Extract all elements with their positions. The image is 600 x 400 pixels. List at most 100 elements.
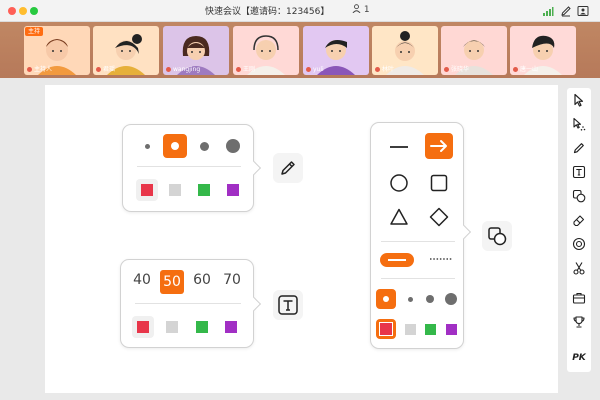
host-badge: 主持 (25, 27, 44, 36)
triangle-shape[interactable] (387, 205, 411, 229)
minimize-window-button[interactable] (19, 7, 27, 15)
font-size-option[interactable]: 60 (189, 272, 215, 288)
dotted-line-icon[interactable] (429, 257, 453, 261)
arrow-shape-selected[interactable] (425, 133, 453, 159)
font-size-option-selected[interactable]: 50 (160, 270, 184, 294)
eraser-icon (573, 215, 585, 227)
pen-tool-button[interactable] (273, 153, 303, 183)
participant-tile[interactable]: yuli (303, 26, 369, 75)
pen-icon (573, 143, 584, 154)
participant-name: 主持人 (27, 64, 52, 73)
stroke-size-medium-selected[interactable] (163, 134, 187, 158)
pen-tool[interactable] (571, 140, 587, 156)
participant-name: wangjing (166, 66, 200, 73)
divider (381, 241, 455, 242)
diamond-shape[interactable] (427, 205, 451, 229)
mic-muted-icon (166, 67, 171, 72)
cursor-tool[interactable] (571, 92, 587, 108)
participant-name: 唐一山 (513, 64, 538, 73)
participant-tile[interactable]: 张晓华 (441, 26, 507, 75)
shape-tool[interactable] (571, 188, 587, 204)
laser-pointer-tool[interactable] (571, 116, 587, 132)
stroke-size-option[interactable] (408, 297, 413, 302)
color-swatch-green[interactable] (198, 184, 210, 196)
color-swatch-gray[interactable] (166, 321, 178, 333)
target-tool[interactable] (571, 236, 587, 252)
edit-icon[interactable] (560, 5, 572, 17)
pk-label: PK (572, 353, 586, 363)
text-tool-button[interactable] (273, 290, 303, 320)
mic-muted-icon (444, 67, 449, 72)
window-title: 快速会议【邀请码：123456】 (205, 7, 330, 17)
font-size-option[interactable]: 70 (219, 272, 245, 288)
square-shape[interactable] (427, 171, 451, 195)
cursor-icon (574, 93, 584, 107)
divider (137, 166, 241, 167)
shape-tool-button[interactable] (482, 221, 512, 251)
screen-share-icon[interactable] (577, 5, 589, 17)
stroke-size-option[interactable] (426, 295, 434, 303)
participant-strip: 主持 主持人 君瑶 wangjing 王刚 yuli 林叶 张晓华 唐一山 (0, 22, 600, 78)
line-style-solid-selected[interactable] (380, 253, 414, 267)
participant-name-text: yuli (313, 66, 324, 73)
text-icon (278, 295, 298, 315)
target-icon (572, 237, 586, 251)
line-icon (390, 146, 408, 148)
text-settings-panel: 40 50 60 70 (120, 259, 262, 348)
color-swatch-red[interactable] (379, 322, 393, 336)
close-window-button[interactable] (8, 7, 16, 15)
maximize-window-button[interactable] (30, 7, 38, 15)
participant-count[interactable]: 1 (352, 4, 370, 15)
mic-muted-icon (27, 67, 32, 72)
color-swatch-green[interactable] (425, 324, 436, 335)
color-swatch-purple[interactable] (225, 321, 237, 333)
triangle-icon (390, 208, 408, 225)
participant-name-text: 林叶 (382, 66, 395, 73)
circle-icon (390, 174, 408, 192)
pk-tool[interactable]: PK (571, 350, 587, 366)
color-swatch-gray[interactable] (169, 184, 181, 196)
participant-tile[interactable]: 唐一山 (510, 26, 576, 75)
stroke-size-small-selected[interactable] (376, 289, 396, 309)
text-icon (572, 165, 586, 179)
color-swatch-red[interactable] (137, 321, 149, 333)
color-swatch-purple[interactable] (446, 324, 457, 335)
color-swatch-gray[interactable] (405, 324, 416, 335)
mic-muted-icon (306, 67, 311, 72)
solid-line-icon (388, 259, 406, 261)
stroke-size-xlarge[interactable] (226, 139, 240, 153)
square-icon (430, 174, 448, 192)
toolbox-tool[interactable] (571, 290, 587, 306)
color-swatch-green[interactable] (196, 321, 208, 333)
pen-icon (281, 161, 295, 175)
title-bar: 快速会议【邀请码：123456】 1 (0, 0, 600, 22)
circle-shape[interactable] (387, 171, 411, 195)
scissors-tool[interactable] (571, 260, 587, 276)
font-size-option[interactable]: 40 (129, 272, 155, 288)
trophy-tool[interactable] (571, 314, 587, 330)
participant-name: 林叶 (375, 64, 394, 73)
line-shape[interactable] (387, 135, 411, 159)
stroke-size-dot (171, 142, 179, 150)
trophy-icon (573, 316, 585, 328)
text-tool[interactable] (571, 164, 587, 180)
toolbox-icon (572, 292, 586, 304)
diamond-icon (429, 207, 449, 227)
color-swatch-purple[interactable] (227, 184, 239, 196)
participant-name-text: 主持人 (34, 66, 53, 73)
participant-tile[interactable]: 王刚 (233, 26, 299, 75)
arrow-icon (430, 140, 447, 152)
color-swatch-red[interactable] (141, 184, 153, 196)
stroke-size-dot (383, 296, 389, 302)
stroke-size-large[interactable] (200, 142, 209, 151)
stroke-size-option[interactable] (445, 293, 457, 305)
signal-icon[interactable] (542, 5, 554, 17)
participant-tile[interactable]: 主持 主持人 (24, 26, 90, 75)
shape-icon (488, 227, 507, 246)
participant-tile[interactable]: 君瑶 (93, 26, 159, 75)
participant-tile[interactable]: wangjing (163, 26, 229, 75)
stroke-size-small[interactable] (145, 144, 150, 149)
participant-tile[interactable]: 林叶 (372, 26, 438, 75)
mic-muted-icon (96, 67, 101, 72)
eraser-tool[interactable] (571, 212, 587, 228)
